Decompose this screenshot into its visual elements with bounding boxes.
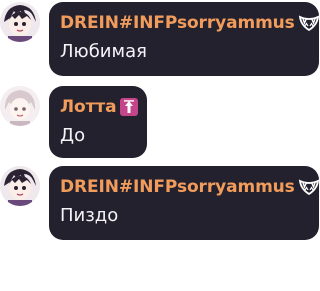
fangs-icon	[298, 14, 320, 32]
message-bubble[interactable]: Лотта До	[49, 86, 147, 158]
fangs-icon	[298, 178, 320, 196]
message-text: Пиздо	[60, 205, 119, 226]
message-bubble[interactable]: DREIN#INFPsorryammus Пиздо	[49, 166, 319, 240]
avatar[interactable]	[0, 2, 40, 42]
message-text: До	[60, 125, 86, 146]
author-name[interactable]: Лотта	[60, 94, 117, 120]
message-bubble[interactable]: DREIN#INFPsorryammus Любимая	[49, 2, 319, 76]
author-name[interactable]: DREIN#INFPsorryammus	[60, 174, 295, 200]
message-text: Любимая	[60, 41, 147, 62]
avatar[interactable]	[0, 86, 40, 126]
author-name[interactable]: DREIN#INFPsorryammus	[60, 10, 295, 36]
avatar[interactable]	[0, 166, 40, 206]
up-arrow-badge-icon	[119, 97, 139, 117]
